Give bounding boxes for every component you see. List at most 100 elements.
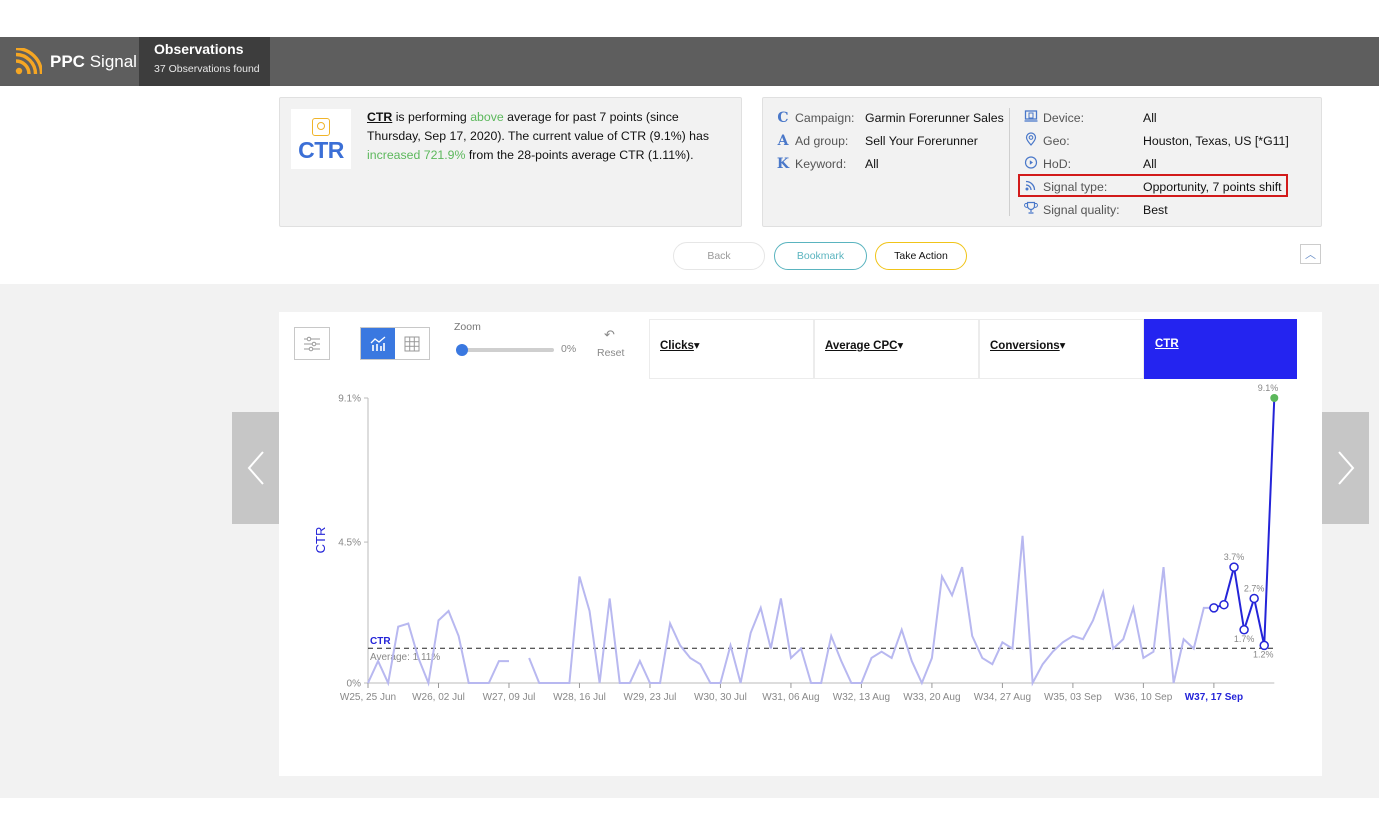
rss-logo-icon [15,47,42,74]
keyword-value: All [865,156,879,171]
previous-observation-button[interactable] [232,412,279,524]
signal-quality-value: Best [1143,202,1168,217]
x-tick-label: W35, 03 Sep [1044,692,1102,703]
chart-icon [370,336,386,351]
y-tick-label: 0% [347,679,362,690]
reset-button[interactable]: Reset [597,347,624,359]
keyword-row: K Keyword: All [776,155,879,172]
x-tick-label: W31, 06 Aug [762,692,819,703]
dropdown-arrow-icon: ▾ [897,340,904,352]
signal-point [1249,593,1259,604]
x-tick-label: W26, 02 Jul [412,692,465,703]
trophy-icon [1023,201,1039,219]
hod-row: HoD: All [1023,152,1289,175]
ctr-line-chart: 0% 4.5% 9.1% CTR W25, 25 Jun W26, 02 Jul W27, … [313,383,1279,703]
bookmark-button[interactable]: Bookmark [774,242,867,270]
take-action-button[interactable]: Take Action [875,242,967,270]
data-label: 9.1% [1258,383,1279,393]
x-tick-label: W28, 16 Jul [553,692,606,703]
signal-quality-row: Signal quality: Best [1023,198,1289,221]
x-tick-label: W25, 25 Jun [340,692,396,703]
x-tick-label: W29, 23 Jul [624,692,677,703]
sliders-icon [304,336,320,351]
insight-card: CTR CTR is performing above average for … [279,97,742,227]
table-view-button[interactable] [395,328,429,359]
y-tick-label: 4.5% [338,538,361,549]
direction-text: above [470,110,504,124]
chart-view-button[interactable] [361,328,395,359]
ad-group-row: A Ad group: Sell Your Forerunner [775,129,1004,152]
signal-point [1239,625,1249,635]
ctr-metric-logo: CTR [291,109,351,169]
x-tick-label: W34, 27 Aug [974,692,1031,703]
device-value: All [1143,110,1157,125]
signal-details: Device: All Geo: Houston, Texas, US [*G1… [1023,106,1289,221]
metric-tab-ctr[interactable]: CTR [1144,319,1297,379]
campaign-value: Garmin Forerunner Sales [865,110,1004,125]
device-icon [1023,109,1039,127]
dropdown-arrow-icon: ▾ [693,340,700,352]
y-tick-label: 9.1% [338,394,361,405]
metric-tab-clicks[interactable]: Clicks▾ [649,319,814,379]
observations-count: 37 Observations found [154,63,260,75]
metric-tab-conversions[interactable]: Conversions▾ [979,319,1144,379]
collapse-button[interactable]: ︿ [1300,244,1321,264]
location-pin-icon [1023,131,1039,150]
metric-link[interactable]: CTR [367,110,392,124]
observation-summary: CTR CTR is performing above average for … [0,86,1379,284]
x-tick-label: W27, 09 Jul [483,692,536,703]
average-value-label: Average: 1.11% [370,652,440,663]
clock-play-icon [1023,155,1039,173]
data-label: 2.7% [1244,583,1265,593]
y-axis-label: CTR [313,527,328,554]
dropdown-arrow-icon: ▾ [1059,340,1066,352]
zoom-slider-track[interactable] [462,348,554,352]
zoom-slider-handle[interactable] [456,344,468,356]
reset-icon[interactable]: ↶ [604,327,615,343]
observations-title: Observations [154,41,244,57]
device-row: Device: All [1023,106,1289,129]
tab-observations[interactable]: Observations 37 Observations found [139,37,270,86]
insight-text: CTR is performing above average for past… [367,110,709,162]
signal-type-highlight [1018,174,1288,197]
brand-name: PPC Signal [50,51,137,71]
back-button[interactable]: Back [673,242,765,270]
signal-point [1229,562,1239,572]
divider [1009,108,1010,216]
chevron-right-icon [1337,451,1354,485]
zoom-value: 0% [561,343,577,355]
history-series-line [528,535,1214,687]
x-tick-label: W30, 30 Jul [694,692,747,703]
keyword-icon: K [776,155,790,172]
ad-group-value: Sell Your Forerunner [865,133,978,148]
campaign-icon: C [777,109,789,126]
x-tick-label: W33, 20 Aug [903,692,960,703]
metric-tab-average-cpc[interactable]: Average CPC▾ [814,319,979,379]
grid-icon [404,336,420,351]
view-toggle [360,327,430,360]
signal-point [1209,603,1219,613]
hod-value: All [1143,156,1157,171]
details-card: C Campaign: Garmin Forerunner Sales A Ad… [762,97,1322,227]
brand-logo[interactable]: PPC Signal [0,37,139,86]
signal-point [1219,599,1229,610]
chevron-left-icon [247,451,264,485]
entity-details: C Campaign: Garmin Forerunner Sales A Ad… [775,106,1004,175]
change-text: increased 721.9% [367,148,466,162]
x-tick-label: W37, 17 Sep [1185,692,1243,703]
data-label: 1.7% [1234,634,1255,644]
ad-group-icon: A [777,132,789,149]
top-bar: PPC Signal Observations 37 Observations … [0,37,1379,86]
x-tick-label: W36, 10 Sep [1114,692,1172,703]
geo-value: Houston, Texas, US [*G11] [1143,133,1289,148]
chevron-up-icon: ︿ [1305,249,1316,261]
current-value-point [1270,394,1279,402]
next-observation-button[interactable] [1322,412,1369,524]
average-series-label: CTR [370,636,391,647]
x-tick-label: W32, 13 Aug [833,692,890,703]
signal-point [1259,640,1269,651]
magnifier-icon [312,118,330,136]
geo-row: Geo: Houston, Texas, US [*G11] [1023,129,1289,152]
chart-settings-button[interactable] [294,327,330,360]
campaign-row: C Campaign: Garmin Forerunner Sales [775,106,1004,129]
